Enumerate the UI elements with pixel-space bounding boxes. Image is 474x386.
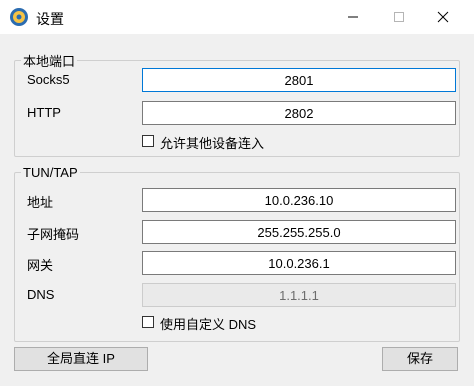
close-button[interactable]: [420, 0, 466, 34]
http-port-input[interactable]: [142, 101, 456, 125]
minimize-icon: [348, 16, 358, 18]
custom-dns-label[interactable]: 使用自定义 DNS: [160, 314, 256, 333]
maximize-button[interactable]: [376, 0, 422, 34]
gateway-label: 网关: [27, 258, 54, 273]
maximize-icon: [394, 12, 404, 22]
address-label: 地址: [27, 195, 54, 210]
netmask-label: 子网掩码: [27, 227, 80, 242]
title-bar: 设置: [0, 0, 474, 34]
allow-other-devices-checkbox[interactable]: [142, 135, 154, 147]
app-icon: [10, 8, 28, 26]
allow-other-devices-label[interactable]: 允许其他设备连入: [160, 133, 264, 152]
netmask-input[interactable]: [142, 220, 456, 244]
settings-window: 设置 本地端口 Socks5 HTTP 允许其他设备连入 TUN/TAP 地址 …: [0, 0, 474, 386]
custom-dns-checkbox[interactable]: [142, 316, 154, 328]
http-label: HTTP: [27, 105, 61, 120]
close-icon: [437, 11, 449, 23]
address-input[interactable]: [142, 188, 456, 212]
dns-input[interactable]: [142, 283, 456, 307]
save-button[interactable]: 保存: [382, 347, 458, 371]
socks5-label: Socks5: [27, 72, 70, 87]
gateway-input[interactable]: [142, 251, 456, 275]
global-direct-ip-button[interactable]: 全局直连 IP: [14, 347, 148, 371]
window-title: 设置: [36, 11, 64, 27]
minimize-button[interactable]: [330, 0, 376, 34]
socks5-port-input[interactable]: [142, 68, 456, 92]
dns-label: DNS: [27, 287, 55, 302]
local-ports-legend: 本地端口: [23, 54, 76, 69]
tuntap-legend: TUN/TAP: [23, 165, 78, 180]
